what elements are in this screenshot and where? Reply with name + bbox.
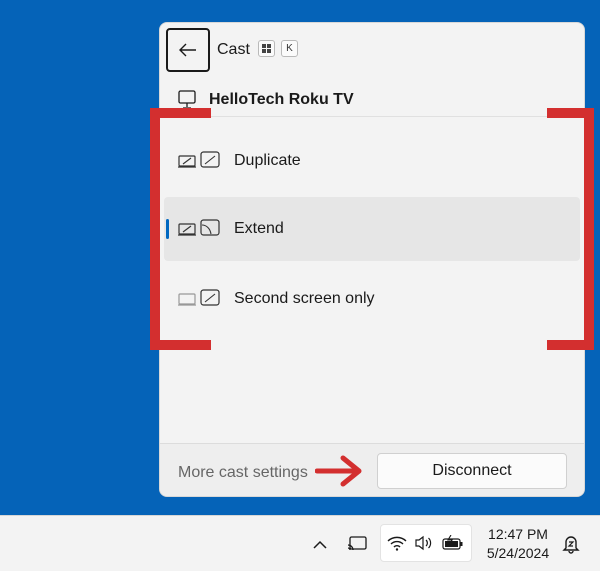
windows-logo-icon bbox=[262, 44, 271, 53]
quick-settings-button[interactable] bbox=[380, 524, 472, 562]
device-name: HelloTech Roku TV bbox=[209, 91, 354, 108]
annotation-bracket-left bbox=[150, 108, 211, 350]
monitor-icon bbox=[178, 90, 196, 109]
divider bbox=[160, 116, 584, 117]
cast-panel: Cast K HelloTech Roku TV Duplicate Exten… bbox=[159, 22, 585, 497]
mode-label: Extend bbox=[234, 220, 284, 237]
windows-key-badge bbox=[258, 40, 275, 57]
back-button[interactable] bbox=[166, 28, 210, 72]
disconnect-button[interactable]: Disconnect bbox=[377, 453, 567, 489]
k-key-badge: K bbox=[281, 40, 298, 57]
panel-footer: More cast settings Disconnect bbox=[160, 443, 584, 496]
wifi-icon bbox=[386, 533, 408, 553]
annotation-arrow bbox=[315, 455, 362, 487]
taskbar: 12:47 PM 5/24/2024 bbox=[0, 515, 600, 571]
volume-icon bbox=[413, 533, 435, 553]
back-arrow-icon bbox=[179, 43, 196, 57]
clock-date: 5/24/2024 bbox=[486, 545, 550, 561]
taskbar-clock[interactable]: 12:47 PM 5/24/2024 bbox=[478, 525, 558, 563]
more-cast-settings-link[interactable]: More cast settings bbox=[178, 464, 308, 482]
mode-duplicate[interactable]: Duplicate bbox=[164, 129, 580, 193]
annotation-bracket-right bbox=[547, 108, 594, 350]
mode-label: Second screen only bbox=[234, 290, 375, 307]
battery-icon bbox=[441, 533, 465, 553]
notification-bell-icon[interactable] bbox=[560, 532, 582, 556]
cast-icon[interactable] bbox=[344, 532, 370, 556]
chevron-up-icon[interactable] bbox=[308, 532, 332, 556]
panel-title: Cast bbox=[217, 41, 250, 58]
mode-label: Duplicate bbox=[234, 152, 301, 169]
mode-extend[interactable]: Extend bbox=[164, 197, 580, 261]
mode-second-screen-only[interactable]: Second screen only bbox=[164, 267, 580, 331]
clock-time: 12:47 PM bbox=[488, 526, 548, 542]
